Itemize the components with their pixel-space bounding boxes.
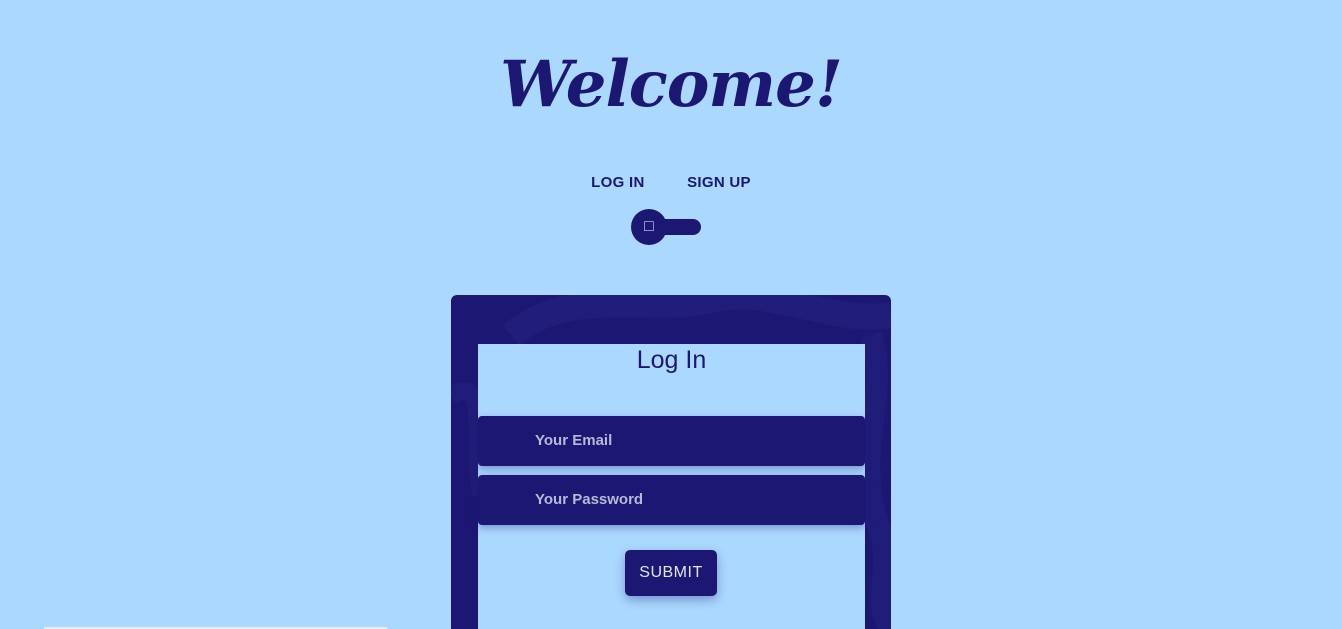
form-title: Log In bbox=[636, 346, 707, 374]
login-toggle-label[interactable]: LOG IN bbox=[591, 174, 644, 191]
login-form: Log In Your Email Your Password SUBMIT bbox=[478, 344, 865, 629]
switch-knob-icon: □ bbox=[644, 218, 654, 235]
login-card: Log In Your Email Your Password SUBMIT bbox=[451, 295, 891, 629]
password-field[interactable]: Your Password bbox=[478, 475, 865, 525]
switch-knob[interactable]: □ bbox=[631, 209, 667, 245]
submit-button[interactable]: SUBMIT bbox=[625, 550, 717, 596]
login-signup-switch[interactable]: □ bbox=[631, 209, 701, 245]
signup-toggle-label[interactable]: SIGN UP bbox=[687, 174, 751, 191]
login-page: Welcome! LOG IN SIGN UP □ Log In Your Em… bbox=[0, 0, 1342, 629]
email-field[interactable]: Your Email bbox=[478, 416, 865, 466]
auth-toggle-labels: LOG IN SIGN UP bbox=[0, 174, 1342, 191]
welcome-heading: Welcome! bbox=[500, 47, 843, 122]
